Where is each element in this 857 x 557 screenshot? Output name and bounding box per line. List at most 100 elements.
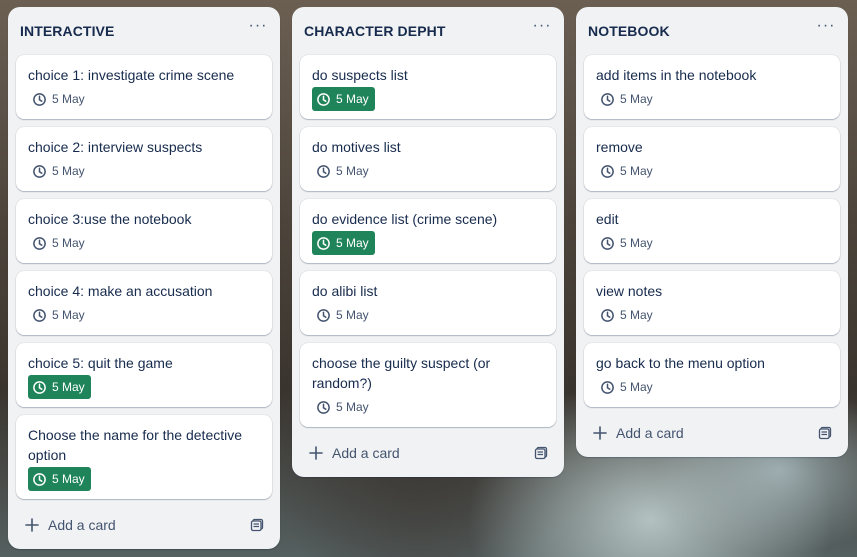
due-date-text: 5 May: [52, 472, 85, 486]
clock-icon: [317, 308, 330, 322]
due-date-text: 5 May: [336, 236, 369, 250]
due-date-badge[interactable]: 5 May: [312, 159, 373, 183]
card[interactable]: choose the guilty suspect (or random?) 5…: [300, 343, 556, 427]
due-date-badge[interactable]: 5 May: [28, 375, 91, 399]
card-title: do suspects list: [312, 67, 408, 83]
due-date-badge[interactable]: 5 May: [28, 467, 91, 491]
due-date-badge[interactable]: 5 May: [28, 87, 89, 111]
card[interactable]: choice 1: investigate crime scene 5 May: [16, 55, 272, 119]
card[interactable]: choice 2: interview suspects 5 May: [16, 127, 272, 191]
due-date-text: 5 May: [620, 308, 653, 322]
due-date-text: 5 May: [336, 400, 369, 414]
due-date-badge[interactable]: 5 May: [596, 375, 657, 399]
add-card-button[interactable]: Add a card: [300, 437, 556, 469]
board: INTERACTIVE ··· choice 1: investigate cr…: [0, 0, 857, 557]
more-horizontal-icon[interactable]: ···: [246, 18, 270, 40]
card[interactable]: edit 5 May: [584, 199, 840, 263]
list-character-depht: CHARACTER DEPHT ··· do suspects list 5 M…: [292, 7, 564, 477]
plus-icon: [25, 518, 39, 532]
clock-icon: [317, 236, 330, 250]
card-title: choice 1: investigate crime scene: [28, 67, 235, 83]
due-date-text: 5 May: [620, 164, 653, 178]
add-card-button[interactable]: Add a card: [584, 417, 840, 449]
card-template-icon[interactable]: [534, 446, 548, 460]
card-title: do evidence list (crime scene): [312, 211, 498, 227]
card-title: choose the guilty suspect (or random?): [312, 355, 491, 391]
due-date-badge[interactable]: 5 May: [28, 303, 89, 327]
card-title: go back to the menu option: [596, 355, 765, 371]
more-horizontal-icon[interactable]: ···: [530, 18, 554, 40]
due-date-text: 5 May: [52, 92, 85, 106]
list-interactive: INTERACTIVE ··· choice 1: investigate cr…: [8, 7, 280, 549]
due-date-badge[interactable]: 5 May: [312, 87, 375, 111]
due-date-badge[interactable]: 5 May: [312, 231, 375, 255]
card-title: choice 2: interview suspects: [28, 139, 203, 155]
list-header[interactable]: CHARACTER DEPHT ···: [292, 7, 564, 54]
card[interactable]: Choose the name for the detective option…: [16, 415, 272, 499]
due-date-badge[interactable]: 5 May: [596, 231, 657, 255]
add-card-button[interactable]: Add a card: [16, 509, 272, 541]
card[interactable]: go back to the menu option 5 May: [584, 343, 840, 407]
due-date-text: 5 May: [620, 380, 653, 394]
card[interactable]: choice 5: quit the game 5 May: [16, 343, 272, 407]
list-title[interactable]: NOTEBOOK: [588, 23, 670, 39]
add-card-label: Add a card: [616, 425, 684, 441]
due-date-badge[interactable]: 5 May: [28, 159, 89, 183]
clock-icon: [601, 92, 614, 106]
due-date-text: 5 May: [52, 380, 85, 394]
due-date-text: 5 May: [336, 92, 369, 106]
card-title: choice 3:use the notebook: [28, 211, 192, 227]
card[interactable]: remove 5 May: [584, 127, 840, 191]
card-title: add items in the notebook: [596, 67, 757, 83]
list-title[interactable]: CHARACTER DEPHT: [304, 23, 446, 39]
clock-icon: [601, 308, 614, 322]
due-date-text: 5 May: [52, 236, 85, 250]
card-title: remove: [596, 139, 643, 155]
due-date-badge[interactable]: 5 May: [28, 231, 89, 255]
card[interactable]: add items in the notebook 5 May: [584, 55, 840, 119]
card[interactable]: do motives list 5 May: [300, 127, 556, 191]
card[interactable]: do evidence list (crime scene) 5 May: [300, 199, 556, 263]
card-template-icon[interactable]: [818, 426, 832, 440]
add-card-label: Add a card: [332, 445, 400, 461]
due-date-text: 5 May: [620, 92, 653, 106]
card[interactable]: choice 3:use the notebook 5 May: [16, 199, 272, 263]
due-date-badge[interactable]: 5 May: [596, 303, 657, 327]
clock-icon: [33, 164, 46, 178]
card[interactable]: do suspects list 5 May: [300, 55, 556, 119]
due-date-badge[interactable]: 5 May: [596, 87, 657, 111]
plus-icon: [309, 446, 323, 460]
list-notebook: NOTEBOOK ··· add items in the notebook 5…: [576, 7, 848, 457]
due-date-text: 5 May: [336, 164, 369, 178]
due-date-text: 5 May: [52, 308, 85, 322]
clock-icon: [601, 380, 614, 394]
card-title: edit: [596, 211, 619, 227]
clock-icon: [317, 92, 330, 106]
due-date-badge[interactable]: 5 May: [596, 159, 657, 183]
more-horizontal-icon[interactable]: ···: [814, 18, 838, 40]
card-title: choice 4: make an accusation: [28, 283, 213, 299]
card-title: do motives list: [312, 139, 401, 155]
list-header[interactable]: INTERACTIVE ···: [8, 7, 280, 54]
card-title: choice 5: quit the game: [28, 355, 173, 371]
card[interactable]: do alibi list 5 May: [300, 271, 556, 335]
due-date-text: 5 May: [620, 236, 653, 250]
clock-icon: [33, 308, 46, 322]
card-template-icon[interactable]: [250, 518, 264, 532]
add-card-label: Add a card: [48, 517, 116, 533]
clock-icon: [601, 236, 614, 250]
list-header[interactable]: NOTEBOOK ···: [576, 7, 848, 54]
due-date-text: 5 May: [336, 308, 369, 322]
card[interactable]: choice 4: make an accusation 5 May: [16, 271, 272, 335]
card-title: Choose the name for the detective option: [28, 427, 243, 463]
card[interactable]: view notes 5 May: [584, 271, 840, 335]
due-date-badge[interactable]: 5 May: [312, 395, 373, 419]
clock-icon: [33, 92, 46, 106]
list-title[interactable]: INTERACTIVE: [20, 23, 114, 39]
clock-icon: [317, 164, 330, 178]
card-title: view notes: [596, 283, 663, 299]
due-date-badge[interactable]: 5 May: [312, 303, 373, 327]
clock-icon: [33, 472, 46, 486]
card-title: do alibi list: [312, 283, 378, 299]
plus-icon: [593, 426, 607, 440]
